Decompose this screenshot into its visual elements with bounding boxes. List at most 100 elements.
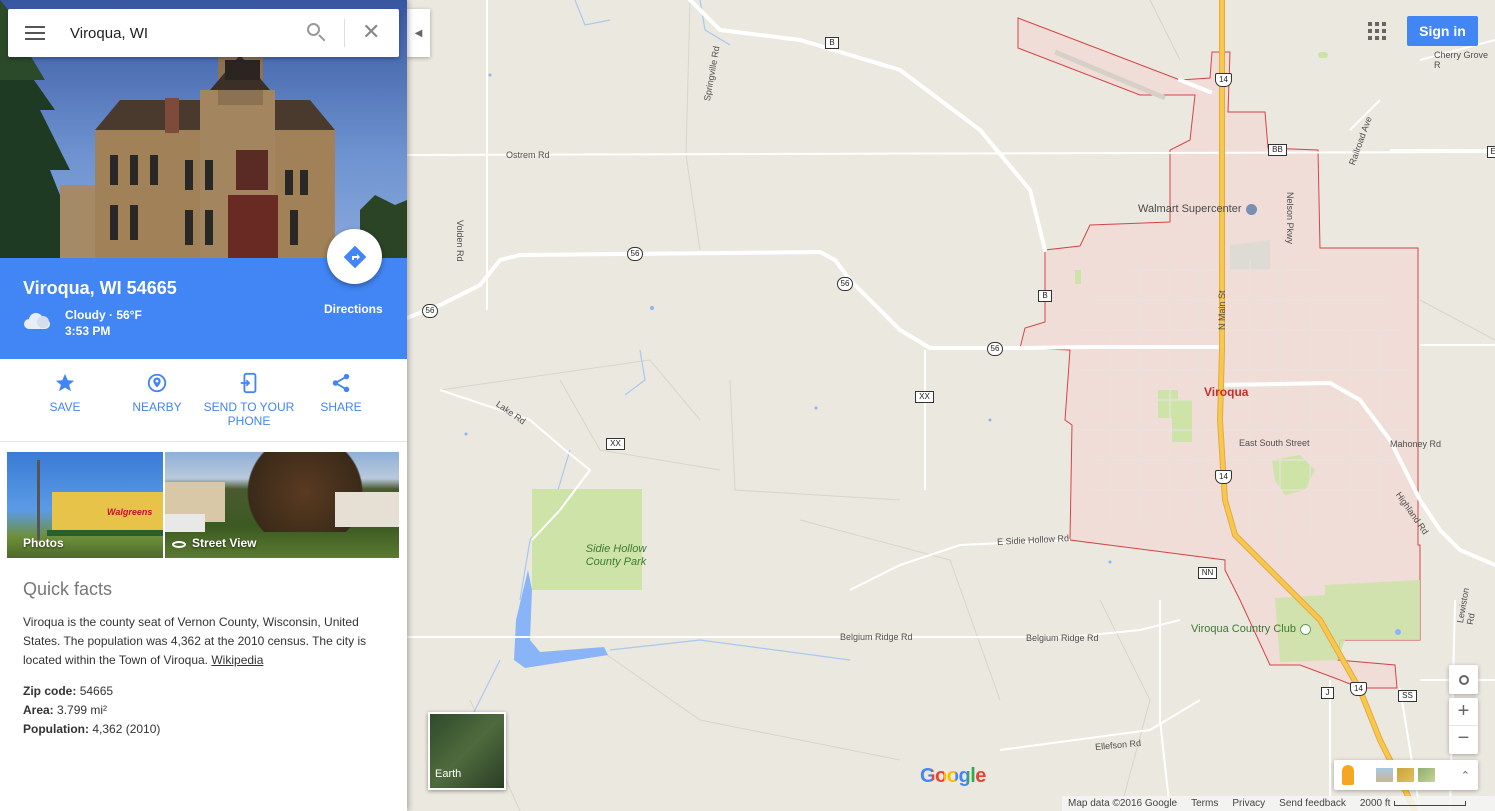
shield-wi-56-b: 56 bbox=[837, 277, 853, 291]
walmart-poi[interactable]: Walmart Supercenter bbox=[1138, 203, 1257, 215]
shield-county-nn: NN bbox=[1198, 567, 1217, 579]
chevron-left-icon: ◀ bbox=[414, 27, 423, 39]
share-label: SHARE bbox=[320, 400, 362, 414]
shield-county-b-top: B bbox=[825, 37, 839, 49]
walmart-label: Walmart Supercenter bbox=[1138, 203, 1242, 215]
privacy-link[interactable]: Privacy bbox=[1232, 798, 1265, 809]
road-label-nelson: Nelson Pkwy bbox=[1285, 192, 1295, 245]
shield-county-bb: BB bbox=[1268, 144, 1287, 156]
shield-county-xx-b: XX bbox=[606, 438, 625, 450]
apps-grid-icon[interactable] bbox=[1368, 22, 1386, 40]
shield-wi-56-a: 56 bbox=[627, 247, 643, 261]
search-input[interactable] bbox=[70, 21, 290, 45]
shield-county-b-mid: B bbox=[1038, 290, 1052, 302]
search-box: ✕ bbox=[8, 9, 399, 57]
quick-facts-heading: Quick facts bbox=[23, 579, 113, 599]
description-text: Viroqua is the county seat of Vernon Cou… bbox=[23, 615, 367, 667]
collapse-panel-button[interactable]: ◀ bbox=[407, 9, 430, 57]
scale-label: 2000 ft bbox=[1359, 798, 1391, 809]
my-location-button[interactable] bbox=[1449, 665, 1478, 694]
section-divider bbox=[0, 441, 407, 442]
nearby-label: NEARBY bbox=[132, 400, 182, 414]
send-to-phone-button[interactable]: SEND TO YOUR PHONE bbox=[203, 372, 295, 428]
directions-arrow-icon bbox=[343, 245, 366, 268]
shield-county-e-edge: E bbox=[1487, 146, 1495, 158]
map-data-credit: Map data ©2016 Google bbox=[1068, 798, 1178, 809]
walgreens-sign: Walgreens bbox=[107, 507, 153, 517]
zoom-out-button[interactable]: − bbox=[1449, 726, 1478, 754]
clear-search-icon[interactable]: ✕ bbox=[362, 21, 380, 43]
local-time: 3:53 PM bbox=[65, 324, 111, 338]
pegman-icon[interactable] bbox=[1342, 765, 1354, 785]
shield-wi-56-d: 56 bbox=[987, 342, 1003, 356]
fact-zip-value: 54665 bbox=[79, 684, 114, 698]
terms-link[interactable]: Terms bbox=[1191, 798, 1218, 809]
country-club-label: Viroqua Country Club bbox=[1191, 623, 1296, 635]
road-label-belgium-1: Belgium Ridge Rd bbox=[840, 632, 913, 642]
road-label-east-south: East South Street bbox=[1239, 438, 1310, 448]
save-label: SAVE bbox=[49, 400, 81, 414]
road-label-volden: Volden Rd bbox=[455, 220, 465, 262]
shield-us-14-a: 14 bbox=[1215, 73, 1232, 87]
quick-facts-description: Viroqua is the county seat of Vernon Cou… bbox=[23, 613, 383, 670]
send-feedback-link[interactable]: Send feedback bbox=[1279, 798, 1346, 809]
fact-zip: Zip code: 54665 bbox=[23, 684, 113, 698]
my-location-icon bbox=[1458, 674, 1469, 685]
fact-zip-label: Zip code: bbox=[23, 684, 77, 698]
sign-in-button[interactable]: Sign in bbox=[1407, 16, 1478, 46]
earth-view-toggle[interactable]: Earth bbox=[428, 712, 506, 790]
shield-wi-56-c: 56 bbox=[422, 304, 438, 318]
shield-county-xx-a: XX bbox=[915, 391, 934, 403]
map-canvas[interactable]: Viroqua Ostrem Rd Volden Rd Springville … bbox=[407, 0, 1495, 811]
scale-bar[interactable]: 2000 ft bbox=[1360, 798, 1467, 809]
menu-icon[interactable] bbox=[25, 26, 45, 40]
city-label[interactable]: Viroqua bbox=[1204, 385, 1248, 399]
terrain-layer-thumb[interactable] bbox=[1376, 768, 1393, 782]
fact-area: Area: 3.799 mi² bbox=[23, 703, 107, 717]
road-label-cherry-grove: Cherry Grove R bbox=[1434, 50, 1489, 70]
wikipedia-link[interactable]: Wikipedia bbox=[211, 653, 263, 667]
fact-area-label: Area: bbox=[23, 703, 54, 717]
zoom-in-button[interactable]: + bbox=[1449, 698, 1478, 726]
road-label-mahoney: Mahoney Rd bbox=[1390, 439, 1442, 449]
star-icon bbox=[55, 373, 75, 392]
road-label-n-main: N Main St bbox=[1217, 290, 1227, 330]
road-label-belgium-2: Belgium Ridge Rd bbox=[1026, 633, 1099, 643]
search-divider bbox=[344, 19, 345, 47]
photos-tile[interactable]: Walgreens Photos bbox=[7, 452, 163, 558]
expand-layers-icon[interactable]: ⌃ bbox=[1461, 769, 1470, 782]
fact-area-value: 3.799 mi² bbox=[57, 703, 108, 717]
golf-icon bbox=[1299, 623, 1311, 635]
shield-us-14-b: 14 bbox=[1215, 470, 1232, 484]
map-footer: Map data ©2016 Google Terms Privacy Send… bbox=[1062, 796, 1495, 811]
search-icon[interactable] bbox=[307, 23, 327, 43]
fact-population-label: Population: bbox=[23, 722, 89, 736]
earth-label: Earth bbox=[435, 768, 462, 780]
shield-us-14-c: 14 bbox=[1350, 682, 1367, 696]
country-club-poi[interactable]: Viroqua Country Club bbox=[1191, 623, 1311, 635]
share-button[interactable]: SHARE bbox=[295, 372, 387, 414]
photos-label: Photos bbox=[23, 536, 64, 550]
save-button[interactable]: SAVE bbox=[19, 372, 111, 414]
park-label[interactable]: Sidie Hollow County Park bbox=[576, 543, 656, 569]
satellite-layer-thumb[interactable] bbox=[1397, 768, 1414, 782]
layers-bar: ⌃ bbox=[1334, 760, 1478, 790]
cloud-icon bbox=[24, 312, 54, 330]
place-title: Viroqua, WI 54665 bbox=[23, 278, 177, 298]
side-panel: ✕ Viroqua, WI 54665 Cloudy · 56°F 3:53 P… bbox=[0, 0, 407, 811]
road-label-ostrem: Ostrem Rd bbox=[506, 150, 550, 160]
place-pin-icon bbox=[147, 373, 167, 393]
phone-send-icon bbox=[240, 372, 257, 394]
directions-button[interactable] bbox=[327, 229, 382, 284]
fact-population: Population: 4,362 (2010) bbox=[23, 722, 160, 736]
directions-label[interactable]: Directions bbox=[324, 302, 383, 316]
bicycle-layer-thumb[interactable] bbox=[1418, 768, 1435, 782]
scale-line bbox=[1394, 801, 1467, 806]
send-to-phone-label: SEND TO YOUR PHONE bbox=[203, 400, 295, 428]
google-logo: Google bbox=[920, 765, 986, 788]
nearby-button[interactable]: NEARBY bbox=[111, 372, 203, 414]
street-view-tile[interactable]: Street View bbox=[165, 452, 399, 558]
weather-text: Cloudy · 56°F bbox=[65, 308, 142, 322]
shield-county-ss: SS bbox=[1398, 690, 1417, 702]
sidie-hollow-park[interactable] bbox=[532, 489, 642, 590]
